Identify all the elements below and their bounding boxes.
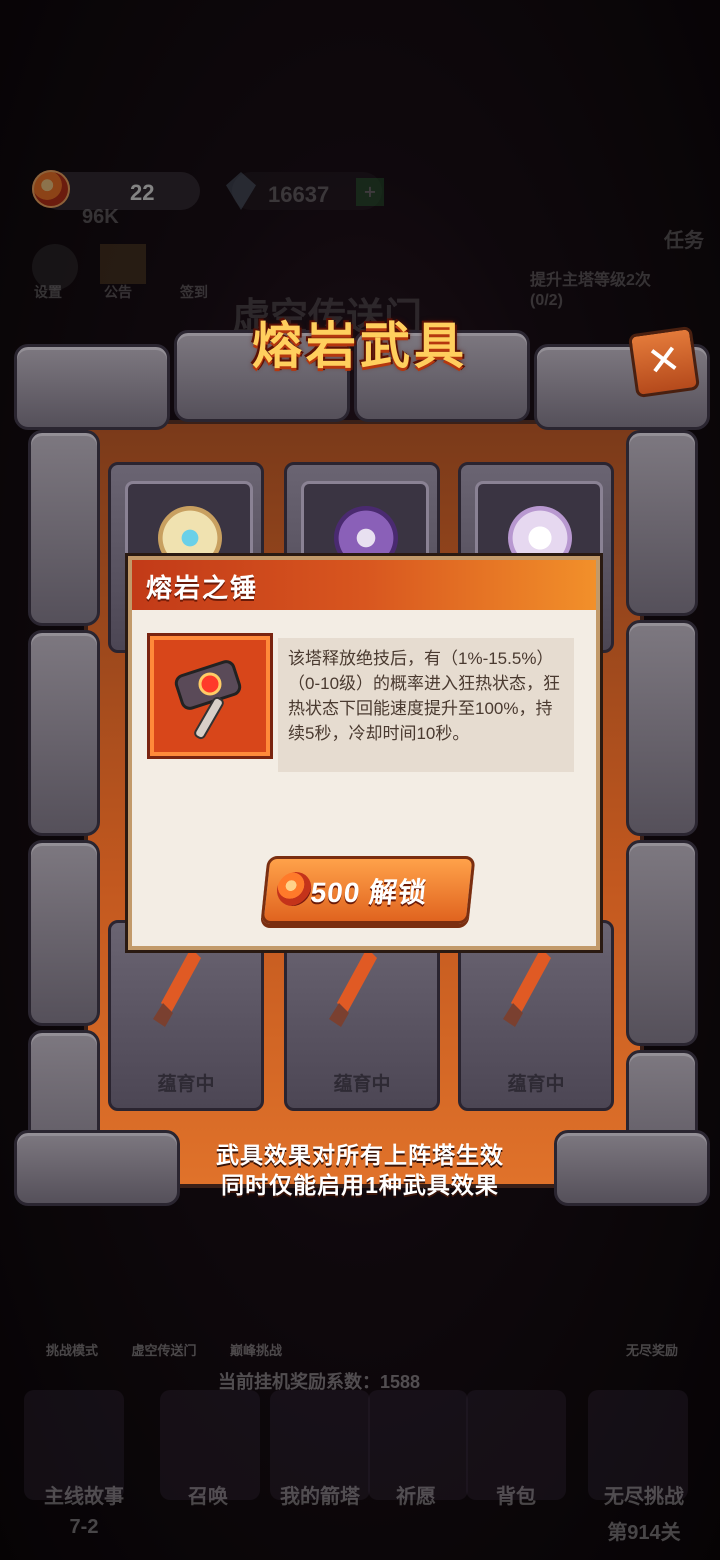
dagger-icon (153, 948, 201, 1027)
note-line-1: 武具效果对所有上阵塔生效 (216, 1142, 504, 1168)
lava-coin-icon (275, 872, 313, 906)
stone-block (626, 620, 698, 836)
unlock-button[interactable]: 500 解锁 (260, 856, 476, 924)
popup-title: 熔岩之锤 (146, 573, 259, 603)
gear-effect-note: 武具效果对所有上阵塔生效 同时仅能启用1种武具效果 (70, 1140, 650, 1200)
lava-hammer-icon (174, 660, 242, 740)
stone-block (28, 430, 100, 626)
incubating-label: 蕴育中 (507, 1074, 565, 1095)
nav-summon-label: 召唤 (188, 1486, 228, 1508)
stone-block (28, 630, 100, 836)
nav-main-story-level: 7-2 (69, 1516, 99, 1538)
close-button[interactable]: ✕ (627, 325, 701, 399)
nav-main-story-label: 主线故事 (44, 1486, 124, 1508)
mode-endless-reward[interactable]: 无尽奖励 (592, 1340, 712, 1359)
note-line-2: 同时仅能启用1种武具效果 (221, 1172, 499, 1198)
popup-header: 熔岩之锤 (132, 560, 596, 610)
nav-bag-label: 背包 (496, 1486, 536, 1508)
dagger-icon (503, 948, 551, 1027)
unlock-label: 500 解锁 (309, 877, 429, 908)
incubating-label: 蕴育中 (157, 1074, 215, 1095)
incubating-label: 蕴育中 (333, 1074, 391, 1095)
gear-description: 该塔释放绝技后，有（1%-15.5%）（0-10级）的概率进入狂热状态，狂热状态… (278, 638, 574, 772)
gear-detail-popup: 熔岩之锤 该塔释放绝技后，有（1%-15.5%）（0-10级）的概率进入狂热状态… (128, 556, 600, 950)
stone-block (626, 430, 698, 616)
close-icon: ✕ (644, 335, 684, 387)
modal-title: 熔岩武具 (252, 318, 468, 374)
mode-peak[interactable]: 巅峰挑战 (196, 1340, 316, 1359)
dagger-icon (329, 948, 377, 1027)
nav-endless-label: 无尽挑战 (604, 1486, 684, 1508)
stone-block (14, 344, 170, 430)
nav-endless-stage: 第914关 (607, 1522, 681, 1544)
gear-icon-frame (150, 636, 270, 756)
stone-block (28, 840, 100, 1026)
stone-block (626, 840, 698, 1046)
modal-title-plate: 熔岩武具 (170, 306, 550, 384)
